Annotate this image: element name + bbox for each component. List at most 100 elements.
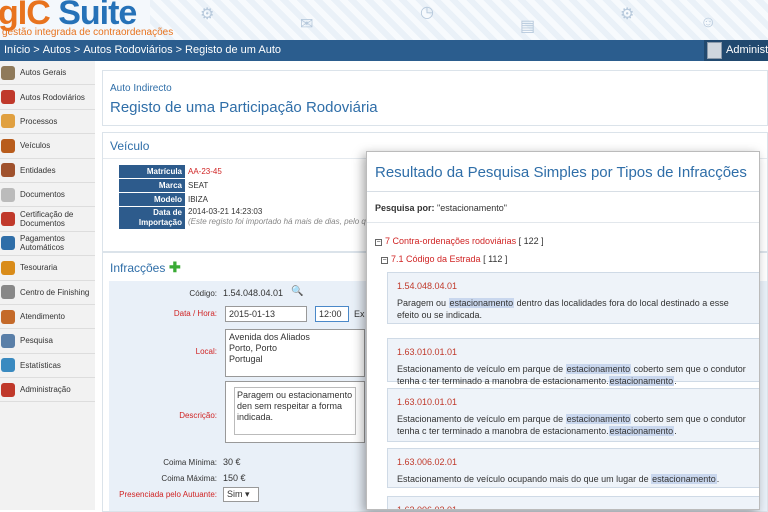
result-item[interactable]: 1.63.006.02.01	[387, 496, 759, 510]
sidebar-item-13[interactable]: Administração	[0, 378, 95, 403]
description-field[interactable]: Paragem ou estacionamento den sem respei…	[225, 381, 365, 443]
code-value: 1.54.048.04.01	[223, 288, 284, 298]
min-fine-label: Coima Mínima:	[163, 458, 217, 467]
app-tagline: gestão integrada de contraordenações	[2, 27, 174, 38]
date-label: Data / Hora:	[173, 309, 217, 318]
sidebar-item-1[interactable]: Autos Rodoviários	[0, 85, 95, 110]
collapse-icon[interactable]: −	[375, 239, 382, 246]
search-query: Pesquisa por: "estacionamento"	[375, 203, 507, 213]
sidebar-item-label: Documentos	[20, 190, 65, 200]
header-gear-icon-2: ⚙	[620, 6, 635, 23]
vehicle-section-title: Veículo	[110, 139, 150, 153]
vehicle-row-brand: Marca SEAT	[119, 179, 208, 192]
vehicle-icon	[1, 138, 15, 153]
sidebar-item-2[interactable]: Processos	[0, 110, 95, 135]
result-text: Estacionamento de veículo em parque de e…	[397, 414, 746, 436]
result-code: 1.63.010.01.01	[397, 347, 458, 357]
chart-icon	[1, 358, 15, 373]
code-label: Código:	[189, 289, 217, 298]
time-suffix: Ex	[354, 309, 365, 319]
result-code: 1.54.048.04.01	[397, 281, 458, 291]
time-input[interactable]: 12:00	[315, 306, 349, 322]
description-label: Descrição:	[179, 411, 217, 420]
sidebar-item-label: Processos	[20, 116, 58, 126]
result-code: 1.63.006.02.01	[397, 505, 458, 510]
date-input[interactable]: 2015-01-13	[225, 306, 307, 322]
tree-level-2[interactable]: −7.1 Código da Estrada [ 112 ]	[381, 254, 507, 264]
sidebar-item-8[interactable]: Tesouraria	[0, 256, 95, 281]
sidebar-item-5[interactable]: Documentos	[0, 183, 95, 208]
sidebar-item-label: Centro de Finishing	[20, 287, 90, 297]
breadcrumb-home[interactable]: Início	[4, 44, 30, 56]
header-doc-icon: ▤	[520, 18, 536, 35]
page-header-card: Auto Indirecto Registo de uma Participaç…	[102, 70, 768, 126]
witnessed-select[interactable]: Sim ▾	[223, 487, 259, 502]
sidebar-item-label: Autos Rodoviários	[20, 92, 85, 102]
user-menu[interactable]: Administ	[704, 40, 768, 61]
header-gear-icon: ⚙	[200, 6, 215, 23]
folder-icon	[1, 114, 15, 129]
result-item[interactable]: 1.63.010.01.01 Estacionamento de veículo …	[387, 388, 759, 442]
app-header: ⚙ ✉ ◷ ▤ ⚙ ☺ gIC Suite gestão integrada d…	[0, 0, 768, 40]
breadcrumb-current: Registo de um Auto	[185, 44, 282, 56]
document-gear-icon	[1, 65, 15, 80]
sidebar-item-12[interactable]: Estatísticas	[0, 354, 95, 379]
certificate-icon	[1, 212, 15, 227]
collapse-icon-2[interactable]: −	[381, 257, 388, 264]
sidebar-item-11[interactable]: Pesquisa	[0, 329, 95, 354]
vehicle-row-import-date: Data de Importação 2014-03-21 14:23:03 (Es…	[119, 207, 375, 229]
add-infraction-icon[interactable]: ✚	[169, 259, 181, 276]
result-code: 1.63.006.02.01	[397, 457, 458, 467]
max-fine-label: Coima Máxima:	[161, 474, 217, 483]
sidebar-item-7[interactable]: Pagamentos Automáticos	[0, 232, 95, 257]
sidebar-item-label: Atendimento	[20, 312, 65, 322]
result-item[interactable]: 1.63.006.02.01 Estacionamento de veículo …	[387, 448, 759, 488]
search-results-dialog: Resultado da Pesquisa Simples por Tipos …	[366, 151, 760, 510]
sidebar-item-4[interactable]: Entidades	[0, 159, 95, 183]
sidebar-item-3[interactable]: Veículos	[0, 134, 95, 159]
sidebar-item-6[interactable]: Certificação de Documentos	[0, 207, 95, 232]
people-icon	[1, 163, 15, 178]
result-text: Estacionamento de veículo em parque de e…	[397, 364, 746, 386]
max-fine-value: 150 €	[223, 473, 246, 483]
documents-icon	[1, 187, 15, 202]
sidebar-item-9[interactable]: Centro de Finishing	[0, 281, 95, 305]
result-text: Paragem ou estacionamento dentro das loc…	[397, 298, 729, 320]
sidebar-item-label: Certificação de Documentos	[20, 210, 74, 229]
car-icon	[1, 90, 15, 105]
dialog-title: Resultado da Pesquisa Simples por Tipos …	[375, 164, 747, 181]
breadcrumb-autos-rodoviarios[interactable]: Autos Rodoviários	[83, 44, 172, 56]
place-field[interactable]: Avenida dos Aliados Porto, Porto Portugal	[225, 329, 365, 377]
vehicle-row-plate: Matrícula AA-23-45	[119, 165, 222, 178]
finishing-icon	[1, 285, 15, 300]
page-subtitle: Auto Indirecto	[110, 83, 172, 94]
result-item[interactable]: 1.54.048.04.01 Paragem ou estacionamento …	[387, 272, 759, 324]
sidebar-item-0[interactable]: Autos Gerais	[0, 61, 95, 86]
place-label: Local:	[195, 347, 217, 356]
sidebar: Autos Gerais Autos Rodoviários Processos Ve…	[0, 61, 95, 510]
sidebar-item-10[interactable]: Atendimento	[0, 305, 95, 330]
tree-level-1[interactable]: −7 Contra-ordenações rodoviárias [ 122 ]	[375, 236, 544, 246]
breadcrumb-autos[interactable]: Autos	[43, 44, 71, 56]
header-pattern	[150, 0, 768, 40]
import-note: (Este registo foi importado há mais de d…	[188, 217, 375, 226]
sidebar-item-label: Entidades	[20, 165, 56, 175]
service-icon	[1, 309, 15, 324]
result-item[interactable]: 1.63.010.01.01 Estacionamento de veículo …	[387, 338, 759, 386]
sidebar-item-label: Pagamentos Automáticos	[20, 234, 65, 253]
vehicle-row-model: Modelo IBIZA	[119, 193, 208, 206]
sidebar-item-label: Pesquisa	[20, 336, 53, 346]
witnessed-label: Presenciada pelo Autuante:	[119, 490, 217, 499]
search-code-icon[interactable]: 🔍	[291, 286, 303, 297]
sidebar-item-label: Administração	[20, 385, 71, 395]
search-icon	[1, 333, 15, 348]
user-name: Administ	[726, 44, 768, 56]
result-text: Estacionamento de veículo ocupando mais …	[397, 474, 720, 484]
min-fine-value: 30 €	[223, 457, 241, 467]
result-code: 1.63.010.01.01	[397, 397, 458, 407]
cash-icon	[1, 260, 15, 275]
admin-gear-icon	[1, 382, 15, 397]
sidebar-item-label: Tesouraria	[20, 263, 58, 273]
dialog-header: Resultado da Pesquisa Simples por Tipos …	[367, 152, 759, 192]
breadcrumb: Início > Autos > Autos Rodoviários > Registo d…	[0, 40, 768, 61]
